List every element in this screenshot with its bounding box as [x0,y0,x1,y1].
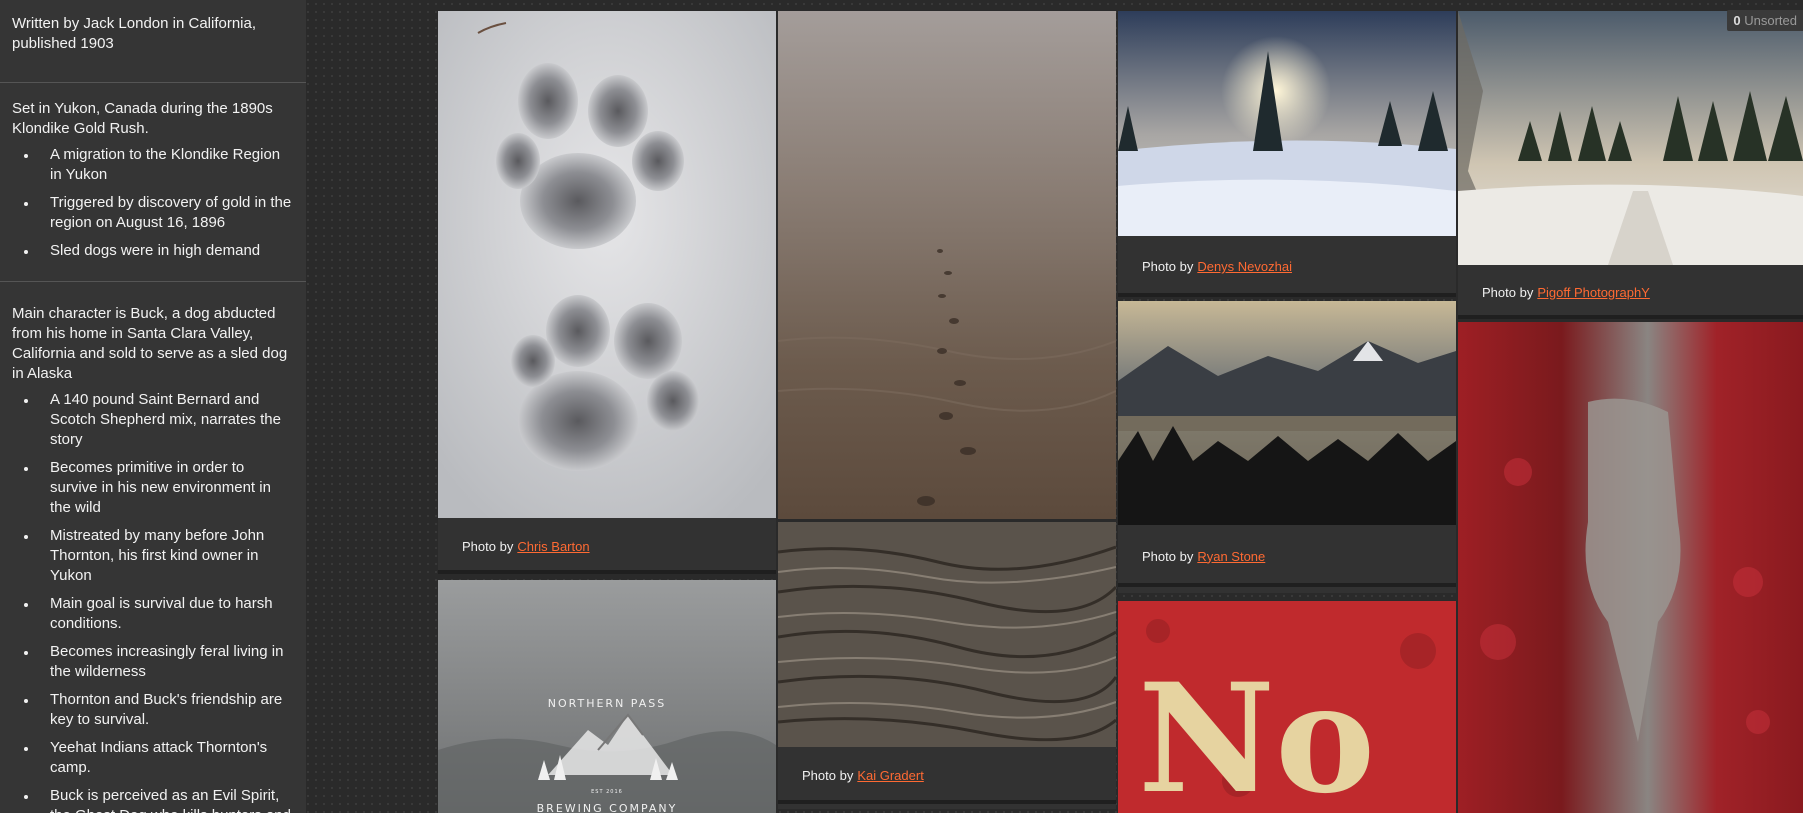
snowy-forest-road-photo [1458,11,1803,265]
wood-bark-photo [778,522,1116,747]
logo-text-bottom: BREWING COMPANY [537,802,678,813]
note-text: Written by Jack London in California, pu… [12,15,257,52]
list-item: Yeehat Indians attack Thornton's camp. [38,738,294,778]
sidebar-notes: Written by Jack London in California, pu… [0,0,307,813]
note-bullet-list: A migration to the Klondike Region in Yu… [12,145,294,261]
note-section-author[interactable]: Written by Jack London in California, pu… [0,0,306,83]
photo-card[interactable]: Photo by Chris Barton [438,11,776,574]
caption-prefix: Photo by [462,538,514,554]
note-section-character[interactable]: Main character is Buck, a dog abducted f… [0,282,306,813]
photo-caption: Photo by Pigoff PhotographY [1458,265,1803,319]
list-item: Triggered by discovery of gold in the re… [38,193,294,233]
brewing-logo-photo: NORTHERN PASS EST 2016 BREWING COMPANY [438,580,776,813]
caption-prefix: Photo by [1142,259,1194,274]
photographer-link[interactable]: Kai Gradert [857,768,923,783]
red-wall-photo [1458,322,1803,813]
unsorted-label: Unsorted [1744,13,1797,28]
list-item: A migration to the Klondike Region in Yu… [38,145,294,185]
caption-prefix: Photo by [802,768,854,783]
photo-caption: Photo by Ryan Stone [1118,525,1456,587]
logo-text-top: NORTHERN PASS [548,697,666,710]
photo-card[interactable]: Photo by Ryan Stone [1118,301,1456,593]
card-divider [1118,583,1456,587]
photographer-link[interactable]: Pigoff PhotographY [1537,285,1650,300]
list-item: Main goal is survival due to harsh condi… [38,594,294,634]
photo-card[interactable]: NORTHERN PASS EST 2016 BREWING COMPANY [438,580,776,813]
photo-caption: Photo by Denys Nevozhai [1118,236,1456,297]
photographer-link[interactable]: Ryan Stone [1197,549,1265,564]
note-text: Set in Yukon, Canada during the 1890s Kl… [12,100,273,137]
photo-card[interactable]: Photo by Kai Gradert [778,522,1116,809]
snowy-sunset-photo [1118,11,1456,236]
photo-card[interactable]: No [1118,601,1456,813]
photo-caption: Photo by Chris Barton [438,518,776,574]
card-divider [778,800,1116,804]
caption-prefix: Photo by [1142,548,1194,564]
photo-caption: Photo by Kai Gradert [778,747,1116,804]
photo-card[interactable] [778,11,1116,519]
card-divider [1118,293,1456,297]
note-text: Main character is Buck, a dog abducted f… [12,305,288,382]
list-item: Thornton and Buck's friendship are key t… [38,690,294,730]
unsorted-count: 0 [1733,13,1741,28]
list-item: Becomes primitive in order to survive in… [38,458,294,518]
note-bullet-list: A 140 pound Saint Bernard and Scotch She… [12,390,294,813]
photo-card[interactable]: Photo by Pigoff PhotographY [1458,11,1803,319]
no-sign-photo: No [1118,601,1456,813]
photo-card[interactable]: Photo by Denys Nevozhai [1118,11,1456,297]
list-item: A 140 pound Saint Bernard and Scotch She… [38,390,294,450]
sign-text: No [1138,651,1375,813]
logo-text-est: EST 2016 [591,789,623,795]
card-divider [1458,315,1803,319]
list-item: Mistreated by many before John Thornton,… [38,526,294,586]
note-section-setting[interactable]: Set in Yukon, Canada during the 1890s Kl… [0,83,306,282]
moodboard-canvas[interactable]: Photo by Chris Barton NORTHERN PASS EST … [438,11,1803,813]
caption-prefix: Photo by [1482,284,1534,300]
photo-card[interactable] [1458,322,1803,813]
list-item: Buck is perceived as an Evil Spirit, the… [38,786,294,813]
list-item: Sled dogs were in high demand [38,241,294,261]
photographer-link[interactable]: Denys Nevozhai [1197,259,1292,274]
paw-prints-photo [438,11,776,518]
unsorted-counter[interactable]: 0 Unsorted [1727,10,1803,31]
card-divider [438,570,776,574]
mountain-lake-photo [1118,301,1456,525]
photographer-link[interactable]: Chris Barton [517,539,589,554]
sand-footprints-photo [778,11,1116,519]
list-item: Becomes increasingly feral living in the… [38,642,294,682]
